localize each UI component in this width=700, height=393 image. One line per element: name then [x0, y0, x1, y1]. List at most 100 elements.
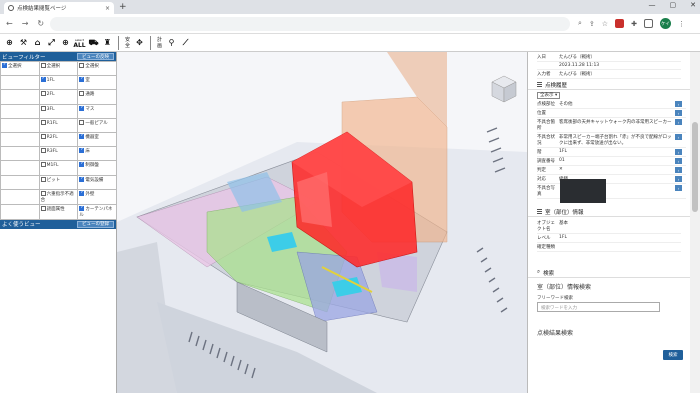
share-icon[interactable]: ⇪ — [589, 20, 595, 28]
edit-row-button[interactable]: › — [675, 119, 682, 125]
filter-checkbox[interactable] — [2, 62, 7, 68]
filter-checkbox[interactable] — [40, 176, 46, 182]
edit-row-button[interactable]: › — [675, 167, 682, 173]
filter-checkbox[interactable] — [40, 105, 46, 111]
target-icon[interactable]: ⊕ — [59, 36, 72, 49]
filter-cell[interactable]: ピット — [38, 174, 79, 190]
filter-cell[interactable]: 六重指示不適合 — [38, 188, 79, 205]
move-icon[interactable]: ⊕ — [3, 36, 16, 49]
filter-checkbox[interactable] — [79, 190, 85, 196]
filter-checkbox[interactable] — [79, 147, 85, 154]
filter-cell[interactable] — [0, 203, 40, 220]
edit-row-button[interactable]: › — [675, 158, 682, 164]
search-button[interactable]: 検索 — [663, 350, 683, 360]
register-view-button[interactable]: ビューの登録 — [77, 220, 114, 228]
filter-cell[interactable] — [0, 75, 40, 91]
close-window-button[interactable]: ✕ — [690, 1, 696, 9]
building-model[interactable] — [117, 52, 527, 393]
filter-checkbox[interactable] — [79, 91, 85, 97]
filter-checkbox[interactable] — [40, 63, 46, 68]
filter-cell[interactable] — [0, 131, 40, 148]
filter-cell[interactable]: R1FL — [38, 117, 79, 133]
filter-checkbox[interactable] — [40, 162, 46, 168]
filter-cell[interactable]: マス — [77, 103, 117, 119]
reload-icon[interactable]: ↻ — [37, 19, 44, 28]
filter-cell[interactable] — [0, 188, 40, 205]
address-bar[interactable] — [50, 17, 570, 31]
filter-cell[interactable]: 電気設備 — [77, 174, 117, 190]
filter-cell[interactable]: 全選択 — [0, 60, 40, 77]
back-icon[interactable]: ← — [6, 19, 13, 28]
filter-cell[interactable]: 1FL — [38, 75, 79, 91]
filter-checkbox[interactable] — [79, 205, 85, 211]
filter-checkbox[interactable] — [79, 161, 85, 168]
filter-checkbox[interactable] — [40, 133, 46, 139]
search-input[interactable]: 検索ワードを入力 — [537, 302, 660, 312]
filter-checkbox[interactable] — [40, 91, 46, 97]
edit-row-button[interactable]: › — [675, 110, 682, 116]
filter-cell[interactable]: 2FL — [38, 89, 79, 105]
filter-cell[interactable]: 3FL — [38, 103, 79, 119]
filter-cell[interactable]: 制御盤 — [77, 160, 117, 176]
new-tab-button[interactable]: + — [119, 2, 127, 12]
filter-checkbox[interactable] — [40, 190, 46, 196]
filter-cell[interactable] — [0, 103, 40, 119]
pan-arrows-icon[interactable]: ✥ — [133, 36, 146, 49]
extensions-puzzle-icon[interactable]: ✚ — [631, 20, 637, 28]
filter-checkbox[interactable] — [40, 76, 46, 83]
filter-cell[interactable]: 床 — [77, 146, 117, 162]
bookmark-star-icon[interactable]: ☆ — [602, 20, 608, 28]
filter-cell[interactable]: 全選択 — [38, 60, 79, 77]
filter-cell[interactable] — [0, 160, 40, 176]
bim-3d-viewer[interactable] — [117, 52, 527, 393]
filter-checkbox[interactable] — [40, 205, 46, 211]
filter-cell[interactable] — [0, 89, 40, 105]
forward-icon[interactable]: → — [22, 19, 29, 28]
history-filter-select[interactable]: 全表示 ▾ — [537, 92, 561, 99]
filter-checkbox[interactable] — [40, 119, 46, 125]
filter-checkbox[interactable] — [40, 148, 46, 154]
filter-checkbox[interactable] — [79, 63, 85, 68]
minimize-button[interactable]: — — [649, 1, 656, 9]
filter-cell[interactable]: R3FL — [38, 146, 79, 162]
filter-cell[interactable]: 全選択 — [77, 60, 117, 77]
filter-cell[interactable]: カーテンパネル — [77, 203, 117, 220]
select-all-icon[interactable]: select ALL — [73, 36, 86, 49]
filter-cell[interactable]: 通路 — [77, 89, 117, 105]
filter-cell[interactable]: 機器室 — [77, 131, 117, 148]
filter-cell[interactable]: 謎面属性 — [38, 203, 79, 220]
measure-icon[interactable]: ⟋ — [179, 36, 192, 49]
pdf-extension-icon[interactable] — [615, 19, 625, 28]
filter-cell[interactable] — [0, 117, 40, 133]
maximize-button[interactable]: ▢ — [670, 1, 677, 9]
sidebar-icon[interactable] — [643, 19, 653, 28]
filter-checkbox[interactable] — [79, 119, 85, 125]
filter-checkbox[interactable] — [79, 76, 85, 83]
zoom-icon[interactable]: ⌕ — [578, 19, 582, 28]
browser-menu-icon[interactable]: ⋮ — [678, 20, 685, 28]
edit-row-button[interactable]: › — [675, 134, 682, 140]
filter-checkbox[interactable] — [79, 176, 85, 182]
fit-view-icon[interactable]: ⤢ — [45, 36, 58, 49]
truck-icon[interactable]: ⛟ — [87, 36, 100, 49]
edit-row-button[interactable]: › — [675, 101, 682, 107]
filter-cell[interactable]: 外壁 — [77, 188, 117, 205]
filter-cell[interactable] — [0, 174, 40, 190]
edit-row-button[interactable]: › — [675, 149, 682, 155]
filter-cell[interactable]: R2FL — [38, 131, 79, 148]
filter-checkbox[interactable] — [79, 133, 85, 139]
tower-icon[interactable]: ♜ — [101, 36, 114, 49]
filter-checkbox[interactable] — [79, 105, 85, 111]
filter-cell[interactable] — [0, 146, 40, 162]
edit-row-button[interactable]: › — [675, 176, 682, 182]
scrollbar-thumb[interactable] — [692, 122, 698, 212]
filter-cell[interactable]: 室 — [77, 75, 117, 91]
home-icon[interactable]: ⌂ — [31, 36, 44, 49]
filter-cell[interactable]: 一般ピアル — [77, 117, 117, 133]
profile-avatar[interactable]: ケイ — [659, 18, 671, 29]
apply-view-button[interactable]: ビューの反映 — [77, 53, 114, 60]
tools-icon[interactable]: ⚒ — [17, 36, 30, 49]
pin-icon[interactable]: ⚲ — [165, 36, 178, 49]
tab-close-icon[interactable]: × — [105, 5, 110, 12]
browser-tab[interactable]: 点検結果閲覧ページ × — [4, 2, 114, 14]
